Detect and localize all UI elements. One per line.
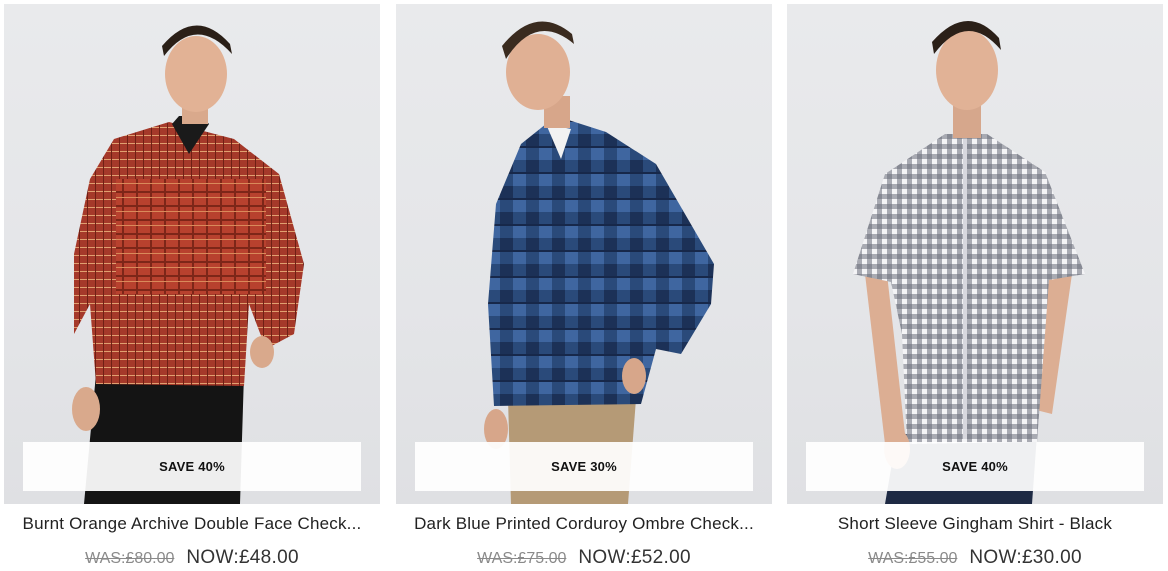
was-price: WAS:£80.00	[85, 550, 175, 567]
model-illustration	[72, 25, 304, 504]
now-price: NOW:£30.00	[969, 547, 1082, 568]
product-grid: SAVE 40% Burnt Orange Archive Double Fac…	[0, 0, 1168, 571]
was-price: WAS:£55.00	[868, 550, 958, 567]
product-image[interactable]: SAVE 40%	[4, 4, 380, 504]
product-card[interactable]: SAVE 40% Short Sleeve Gingham Shirt - Bl…	[787, 4, 1163, 571]
product-image[interactable]: SAVE 40%	[787, 4, 1163, 504]
product-card[interactable]: SAVE 40% Burnt Orange Archive Double Fac…	[4, 4, 380, 571]
discount-badge: SAVE 40%	[806, 442, 1144, 491]
model-illustration	[853, 20, 1085, 504]
product-card[interactable]: SAVE 30% Dark Blue Printed Corduroy Ombr…	[396, 4, 772, 571]
product-title[interactable]: Short Sleeve Gingham Shirt - Black	[787, 514, 1163, 534]
now-price: NOW:£52.00	[578, 547, 691, 568]
price-row: WAS:£75.00 NOW:£52.00	[396, 547, 772, 569]
model-illustration	[484, 21, 714, 504]
product-image[interactable]: SAVE 30%	[396, 4, 772, 504]
discount-badge: SAVE 40%	[23, 442, 361, 491]
discount-badge: SAVE 30%	[415, 442, 753, 491]
product-title[interactable]: Burnt Orange Archive Double Face Check..…	[4, 514, 380, 534]
was-price: WAS:£75.00	[477, 550, 567, 567]
product-title[interactable]: Dark Blue Printed Corduroy Ombre Check..…	[396, 514, 772, 534]
price-row: WAS:£55.00 NOW:£30.00	[787, 547, 1163, 569]
price-row: WAS:£80.00 NOW:£48.00	[4, 547, 380, 569]
now-price: NOW:£48.00	[186, 547, 299, 568]
